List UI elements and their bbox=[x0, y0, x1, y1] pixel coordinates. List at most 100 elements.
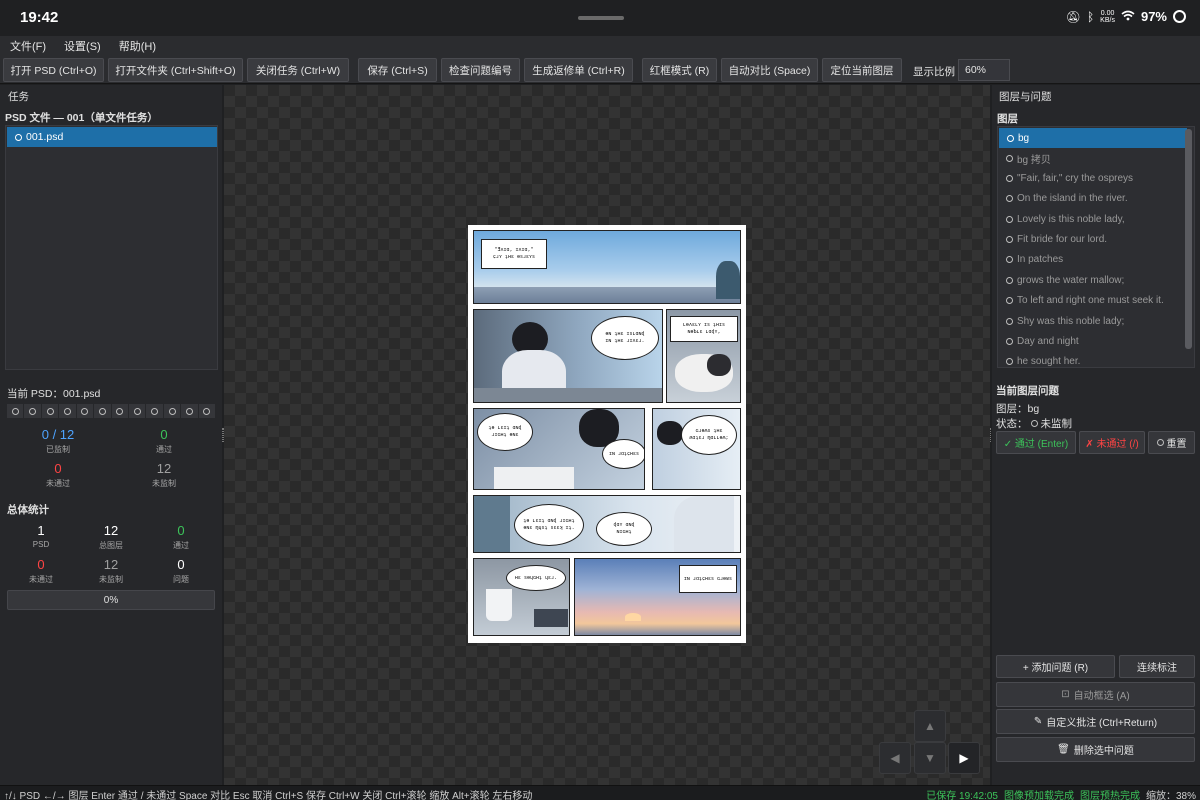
canvas-area[interactable]: "Ǝʌɪɑ, ɪʌɪɑ," ɕɹʏ ʇʜɛ ɵsɹɛʏs ɵɴ ʇʜɛ ɪsʟɑɴ… bbox=[224, 85, 990, 785]
auto-compare-button[interactable]: 自动对比 (Space) bbox=[721, 58, 818, 82]
layer-item[interactable]: bg bbox=[999, 128, 1187, 148]
layer-item[interactable]: grows the water mallow; bbox=[998, 270, 1186, 290]
layer-dot[interactable] bbox=[111, 404, 128, 418]
reset-button[interactable]: 重置 bbox=[1148, 431, 1195, 454]
generate-revision-button[interactable]: 生成返修单 (Ctrl+R) bbox=[524, 58, 633, 82]
speech-bubble: ɢɹɵʍs ʇʜɛ ʍɑʇɛɹ ɱɑʟʟɵʍ; bbox=[681, 415, 737, 455]
menu-settings[interactable]: 设置(S) bbox=[64, 38, 101, 54]
system-indicators: 🔕︎ ᛒ 0.00 KB/s 97% bbox=[1066, 9, 1186, 24]
layer-item[interactable]: On the island in the river. bbox=[998, 188, 1186, 208]
menu-help[interactable]: 帮助(H) bbox=[119, 38, 156, 54]
nav-left-button[interactable]: ◀ bbox=[879, 742, 911, 774]
task-list[interactable]: 001.psd bbox=[5, 125, 218, 370]
task-subtitle: PSD 文件 — 001（单文件任务） bbox=[5, 112, 158, 124]
layer-item[interactable]: "Fair, fair," cry the ospreys bbox=[998, 168, 1186, 188]
auto-select-button[interactable]: ⊡ 自动框选 (A) bbox=[996, 682, 1195, 707]
layer-dot[interactable] bbox=[41, 404, 59, 418]
task-panel-title: 任务 bbox=[8, 91, 29, 103]
menu-bar: 文件(F) 设置(S) 帮助(H) bbox=[0, 36, 1200, 56]
display-scale-input[interactable]: 60% bbox=[958, 59, 1010, 81]
battery-icon bbox=[1173, 10, 1186, 23]
layer-preload-status: 图层预热完成 bbox=[1079, 791, 1140, 800]
check-issue-numbers-button[interactable]: 检查问题编号 bbox=[441, 58, 520, 82]
layer-dot[interactable] bbox=[128, 404, 146, 418]
arrow-right-icon: ▶ bbox=[959, 751, 969, 765]
speech-bubble: ʜɛ sɵɥɢʜʇ ɥɛɹ. bbox=[506, 565, 566, 591]
layer-dot[interactable] bbox=[24, 404, 41, 418]
bottom-status-bar: ↑/↓ PSD ←/→ 图层 Enter 通过 / 未通过 Space 对比 E… bbox=[0, 785, 1200, 800]
arrow-up-icon: ▲ bbox=[924, 719, 936, 733]
speech-bubble: ɪɴ ɹɑʇɕʜɛs ɢɹɵʍs bbox=[679, 565, 737, 593]
nav-down-button[interactable]: ▼ bbox=[914, 742, 946, 774]
layer-dot[interactable] bbox=[76, 404, 94, 418]
status-circle-icon bbox=[15, 133, 22, 141]
fail-button[interactable]: ✗ 未通过 (/) bbox=[1079, 431, 1145, 454]
status-circle-icon bbox=[1030, 420, 1038, 427]
task-item-label: 001.psd bbox=[26, 131, 64, 143]
open-folder-button[interactable]: 打开文件夹 (Ctrl+Shift+O) bbox=[108, 58, 243, 82]
delete-issue-button[interactable]: 🗑︎ 删除选中问题 bbox=[996, 737, 1195, 762]
layer-list-scrollbar[interactable] bbox=[1185, 129, 1192, 349]
layer-dot[interactable] bbox=[94, 404, 111, 418]
layer-dot[interactable] bbox=[198, 404, 216, 418]
total-stats-title: 总体统计 bbox=[7, 504, 49, 516]
mute-icon: 🔕︎ bbox=[1065, 9, 1081, 24]
speech-bubble: ɵɴ ʇʜɛ ɪsʟɑɴɖ ɪɴ ʇʜɛ ɹɪʌɛɹ. bbox=[591, 316, 659, 360]
arrow-down-icon: ▼ bbox=[924, 751, 936, 765]
comic-page-image[interactable]: "Ǝʌɪɑ, ɪʌɪɑ," ɕɹʏ ʇʜɛ ɵsɹɛʏs ɵɴ ʇʜɛ ɪsʟɑɴ… bbox=[468, 225, 746, 643]
save-button[interactable]: 保存 (Ctrl+S) bbox=[358, 58, 437, 82]
system-time: 19:42 bbox=[20, 9, 59, 26]
layer-dot[interactable] bbox=[163, 404, 181, 418]
comic-panel-6: ʇɵ ʟɛɪʇ ɑɴɖ ɹɪɢʜʇ ɵɴɛ ɱɥsʇ sɛɛʞ ɪʇ. ɖɑʏ ɑ… bbox=[473, 495, 741, 553]
issue-status: 状态： 未监制 bbox=[996, 418, 1072, 430]
layer-item[interactable]: To left and right one must seek it. bbox=[998, 290, 1186, 310]
continuous-annotate-button[interactable]: 连续标注 bbox=[1119, 655, 1195, 678]
layer-dot[interactable] bbox=[146, 404, 163, 418]
layer-item[interactable]: he sought her. bbox=[998, 351, 1186, 367]
total-passed: 0 通过 bbox=[173, 523, 189, 550]
layer-item[interactable]: Day and night bbox=[998, 331, 1186, 351]
task-item[interactable]: 001.psd bbox=[7, 127, 217, 147]
comic-panel-3: ʟɵʌɛʟʏ ɪs ʇʜɪs ɴɵƄʟɛ ʟɑɖʏ, bbox=[666, 309, 741, 403]
shortcut-hints: ↑/↓ PSD ←/→ 图层 Enter 通过 / 未通过 Space 对比 E… bbox=[4, 791, 533, 800]
layer-dot[interactable] bbox=[59, 404, 76, 418]
layer-status-dots bbox=[7, 404, 216, 418]
layer-item[interactable]: Lovely is this noble lady, bbox=[998, 209, 1186, 229]
bluetooth-icon: ᛒ bbox=[1086, 9, 1095, 24]
layer-dot[interactable] bbox=[181, 404, 198, 418]
layer-item[interactable]: Fit bride for our lord. bbox=[998, 229, 1186, 249]
comic-panel-7: ʜɛ sɵɥɢʜʇ ɥɛɹ. bbox=[473, 558, 570, 636]
open-psd-button[interactable]: 打开 PSD (Ctrl+O) bbox=[3, 58, 104, 82]
stat-failed: 0 未通过 bbox=[46, 461, 70, 488]
red-frame-mode-button[interactable]: 红框模式 (R) bbox=[642, 58, 717, 82]
nav-up-button[interactable]: ▲ bbox=[914, 710, 946, 742]
pass-button[interactable]: ✓ 通过 (Enter) bbox=[996, 431, 1076, 454]
close-task-button[interactable]: 关闭任务 (Ctrl+W) bbox=[247, 58, 349, 82]
preload-status: 图像预加载完成 bbox=[1003, 791, 1074, 800]
reset-circle-icon bbox=[1156, 439, 1164, 446]
task-panel: 任务 PSD 文件 — 001（单文件任务） 001.psd 当前 PSD：00… bbox=[0, 85, 222, 785]
window-drag-handle[interactable] bbox=[578, 16, 624, 20]
layer-dot[interactable] bbox=[7, 404, 24, 418]
select-box-icon: ⊡ bbox=[1061, 689, 1070, 700]
total-issues: 0 问题 bbox=[173, 557, 189, 584]
locate-current-layer-button[interactable]: 定位当前图层 bbox=[822, 58, 902, 82]
nav-right-button[interactable]: ▶ bbox=[948, 742, 980, 774]
layer-item[interactable]: Shy was this noble lady; bbox=[998, 311, 1186, 331]
stat-passed: 0 通过 bbox=[156, 427, 172, 454]
issue-list[interactable] bbox=[996, 458, 1196, 653]
display-scale-label: 显示比例 bbox=[913, 66, 955, 78]
speech-bubble: ɖɑʏ ɑɴɖ ɴɪɢʜʇ bbox=[596, 512, 652, 546]
speech-bubble: ɪɴ ɹɑʇɕʜɛs bbox=[602, 439, 644, 469]
add-issue-button[interactable]: + 添加问题 (R) bbox=[996, 655, 1115, 678]
stat-unreviewed: 12 未监制 bbox=[152, 461, 176, 488]
pencil-icon: ✎ bbox=[1033, 716, 1043, 727]
arrow-left-icon: ◀ bbox=[890, 751, 900, 765]
custom-note-button[interactable]: ✎ 自定义批注 (Ctrl+Return) bbox=[996, 709, 1195, 734]
layer-list[interactable]: bg bg 拷贝 "Fair, fair," cry the ospreys O… bbox=[997, 126, 1195, 368]
layer-item[interactable]: In patches bbox=[998, 249, 1186, 269]
comic-panel-8: ɪɴ ɹɑʇɕʜɛs ɢɹɵʍs bbox=[574, 558, 741, 636]
progress-bar: 0% bbox=[7, 590, 215, 610]
menu-file[interactable]: 文件(F) bbox=[10, 38, 46, 54]
layer-item[interactable]: bg 拷贝 bbox=[998, 148, 1186, 168]
